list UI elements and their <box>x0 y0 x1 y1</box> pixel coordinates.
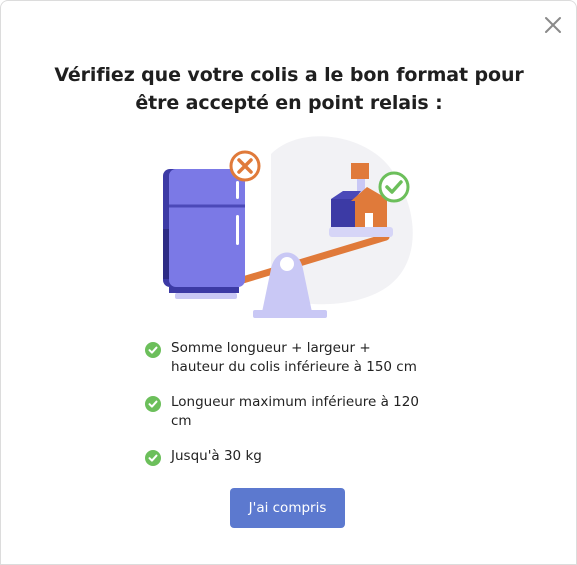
dialog-title: Vérifiez que votre colis a le bon format… <box>54 64 524 114</box>
parcel-format-illustration <box>163 136 413 318</box>
requirement-max-weight: Jusqu'à 30 kg <box>145 447 425 466</box>
requirements-list: Somme longueur + largeur + hauteur du co… <box>145 339 425 466</box>
confirm-button[interactable]: J'ai compris <box>230 488 345 528</box>
check-circle-icon <box>145 450 161 466</box>
requirement-text: Jusqu'à 30 kg <box>171 448 262 464</box>
fridge-icon <box>163 169 245 299</box>
check-circle-icon <box>145 342 161 358</box>
check-circle-icon <box>145 396 161 412</box>
check-circle-icon <box>378 171 410 203</box>
requirement-text: Somme longueur + largeur + hauteur du co… <box>171 340 417 375</box>
requirement-size-sum: Somme longueur + largeur + hauteur du co… <box>145 339 425 377</box>
modal-dialog: Vérifiez que votre colis a le bon format… <box>0 0 577 565</box>
cross-circle-icon <box>229 150 261 182</box>
close-icon[interactable] <box>542 14 564 36</box>
requirement-text: Longueur maximum inférieure à 120 cm <box>171 394 419 429</box>
requirement-max-length: Longueur maximum inférieure à 120 cm <box>145 393 425 431</box>
